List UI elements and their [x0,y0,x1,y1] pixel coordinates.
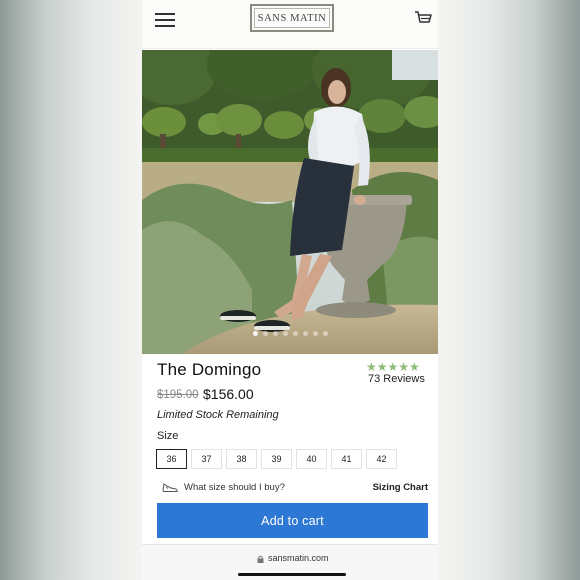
phone-screen: SANS MATIN The Domingo ★★★★★ 73 Reviews … [142,0,438,580]
stock-notice: Limited Stock Remaining [157,409,279,421]
home-indicator[interactable] [238,573,346,576]
browser-address-bar[interactable]: sansmatin.com [142,544,438,580]
size-selector: 36 37 38 39 40 41 42 [156,449,397,469]
gallery-dot[interactable] [272,331,278,336]
size-help-row: What size should I buy? Sizing Chart [156,480,428,496]
site-header: SANS MATIN [142,0,438,49]
product-title: The Domingo [157,360,262,379]
shoe-icon [162,483,178,492]
gallery-dot[interactable] [302,331,308,336]
size-option-38[interactable]: 38 [226,449,257,469]
size-option-42[interactable]: 42 [366,449,397,469]
size-label: Size [157,430,179,442]
gallery-dot[interactable] [282,331,288,336]
add-to-cart-button[interactable]: Add to cart [157,503,428,538]
product-image[interactable] [142,50,438,354]
size-option-36[interactable]: 36 [156,449,187,469]
gallery-dot[interactable] [262,331,268,336]
hamburger-menu-icon[interactable] [155,12,175,28]
sale-price: $156.00 [203,386,254,402]
gallery-dot[interactable] [292,331,298,336]
gallery-dot[interactable] [312,331,318,336]
sizing-chart-link[interactable]: Sizing Chart [373,482,428,493]
brand-logo[interactable]: SANS MATIN [250,4,334,32]
gallery-pagination [142,331,438,336]
review-count-link[interactable]: 73 Reviews [368,373,425,385]
size-option-37[interactable]: 37 [191,449,222,469]
gallery-dot[interactable] [322,331,328,336]
size-help-link[interactable]: What size should I buy? [184,482,285,493]
gallery-dot[interactable] [252,331,258,336]
original-price: $195.00 [157,389,199,401]
shopping-cart-icon[interactable] [414,10,432,28]
rating-stars-icon[interactable]: ★★★★★ [366,360,420,374]
logo-text: SANS MATIN [257,12,327,24]
size-option-41[interactable]: 41 [331,449,362,469]
size-option-40[interactable]: 40 [296,449,327,469]
url-text[interactable]: sansmatin.com [268,553,329,563]
size-option-39[interactable]: 39 [261,449,292,469]
product-photo [142,50,438,354]
lock-icon [257,555,264,563]
